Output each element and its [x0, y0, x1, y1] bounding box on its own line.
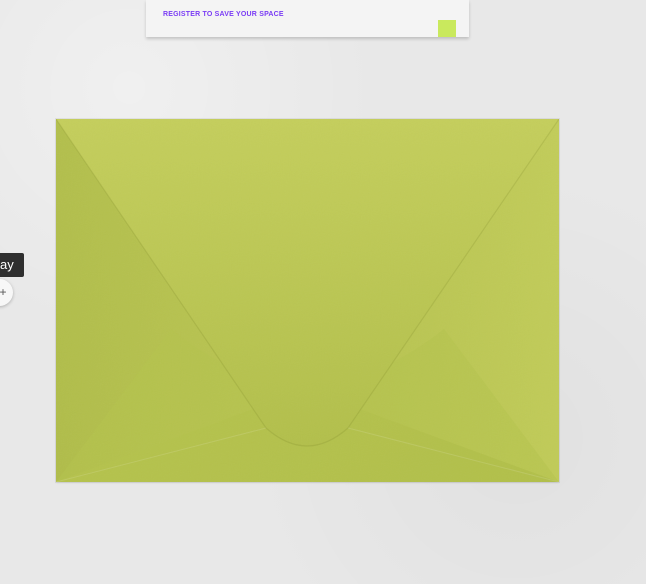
side-tab[interactable]: ay — [0, 253, 24, 277]
color-swatch — [438, 20, 456, 37]
envelope-graphic — [56, 119, 559, 482]
side-tab-label: ay — [0, 257, 14, 272]
register-text: REGISTER TO SAVE YOUR SPACE — [163, 11, 284, 18]
envelope-preview — [56, 119, 559, 482]
plus-icon: + — [0, 285, 7, 299]
paper-texture — [56, 119, 559, 482]
invitation-card: REGISTER TO SAVE YOUR SPACE — [146, 0, 469, 37]
